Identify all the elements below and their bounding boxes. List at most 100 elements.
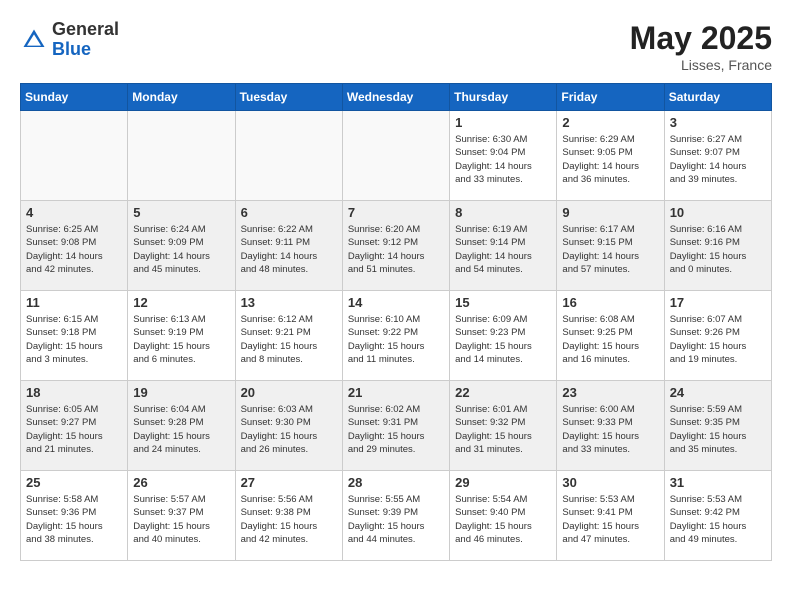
- day-cell-1: 1Sunrise: 6:30 AM Sunset: 9:04 PM Daylig…: [450, 111, 557, 201]
- day-info: Sunrise: 6:08 AM Sunset: 9:25 PM Dayligh…: [562, 313, 658, 366]
- day-info: Sunrise: 5:54 AM Sunset: 9:40 PM Dayligh…: [455, 493, 551, 546]
- weekday-header-monday: Monday: [128, 84, 235, 111]
- logo-blue-text: Blue: [52, 39, 91, 59]
- day-number: 27: [241, 475, 337, 490]
- day-info: Sunrise: 6:00 AM Sunset: 9:33 PM Dayligh…: [562, 403, 658, 456]
- day-info: Sunrise: 6:05 AM Sunset: 9:27 PM Dayligh…: [26, 403, 122, 456]
- day-cell-30: 30 Sunrise: 5:53 AM Sunset: 9:41 PM Dayli…: [557, 471, 664, 561]
- weekday-header-saturday: Saturday: [664, 84, 771, 111]
- day-info: Sunrise: 5:57 AM Sunset: 9:37 PM Dayligh…: [133, 493, 229, 546]
- day-cell-3: 3Sunrise: 6:27 AM Sunset: 9:07 PM Daylig…: [664, 111, 771, 201]
- day-info: Sunrise: 5:55 AM Sunset: 9:39 PM Dayligh…: [348, 493, 444, 546]
- day-cell-2: 2 Sunrise: 6:29 AM Sunset: 9:05 PM Daylig…: [557, 111, 664, 201]
- week-row-3: 11 Sunrise: 6:15 AM Sunset: 9:18 PM Dayli…: [21, 291, 772, 381]
- logo-general-text: General: [52, 19, 119, 39]
- day-info: Sunrise: 6:25 AM Sunset: 9:08 PM Dayligh…: [26, 223, 122, 276]
- logo-text: General Blue: [52, 20, 119, 60]
- day-cell-17: 17Sunrise: 6:07 AM Sunset: 9:26 PM Dayli…: [664, 291, 771, 381]
- day-number: 31: [670, 475, 766, 490]
- day-number: 8: [455, 205, 551, 220]
- day-info: Sunrise: 6:15 AM Sunset: 9:18 PM Dayligh…: [26, 313, 122, 366]
- empty-cell: [21, 111, 128, 201]
- day-number: 28: [348, 475, 444, 490]
- day-number: 4: [26, 205, 122, 220]
- day-cell-31: 31 Sunrise: 5:53 AM Sunset: 9:42 PM Dayli…: [664, 471, 771, 561]
- day-number: 26: [133, 475, 229, 490]
- day-cell-4: 4 Sunrise: 6:25 AM Sunset: 9:08 PM Daylig…: [21, 201, 128, 291]
- day-number: 30: [562, 475, 658, 490]
- day-number: 19: [133, 385, 229, 400]
- weekday-header-row: SundayMondayTuesdayWednesdayThursdayFrid…: [21, 84, 772, 111]
- page-header: General Blue May 2025 Lisses, France: [20, 20, 772, 73]
- day-number: 13: [241, 295, 337, 310]
- day-cell-15: 15Sunrise: 6:09 AM Sunset: 9:23 PM Dayli…: [450, 291, 557, 381]
- day-info: Sunrise: 6:03 AM Sunset: 9:30 PM Dayligh…: [241, 403, 337, 456]
- week-row-4: 18 Sunrise: 6:05 AM Sunset: 9:27 PM Dayli…: [21, 381, 772, 471]
- location: Lisses, France: [630, 57, 772, 73]
- day-cell-18: 18 Sunrise: 6:05 AM Sunset: 9:27 PM Dayli…: [21, 381, 128, 471]
- day-number: 21: [348, 385, 444, 400]
- day-number: 29: [455, 475, 551, 490]
- day-cell-29: 29 Sunrise: 5:54 AM Sunset: 9:40 PM Dayli…: [450, 471, 557, 561]
- day-cell-5: 5Sunrise: 6:24 AM Sunset: 9:09 PM Daylig…: [128, 201, 235, 291]
- day-number: 25: [26, 475, 122, 490]
- day-number: 24: [670, 385, 766, 400]
- day-info: Sunrise: 6:27 AM Sunset: 9:07 PM Dayligh…: [670, 133, 766, 186]
- day-cell-25: 25 Sunrise: 5:58 AM Sunset: 9:36 PM Dayli…: [21, 471, 128, 561]
- weekday-header-friday: Friday: [557, 84, 664, 111]
- day-cell-24: 24 Sunrise: 5:59 AM Sunset: 9:35 PM Dayli…: [664, 381, 771, 471]
- day-number: 18: [26, 385, 122, 400]
- day-cell-23: 23 Sunrise: 6:00 AM Sunset: 9:33 PM Dayli…: [557, 381, 664, 471]
- day-cell-21: 21Sunrise: 6:02 AM Sunset: 9:31 PM Dayli…: [342, 381, 449, 471]
- calendar: SundayMondayTuesdayWednesdayThursdayFrid…: [20, 83, 772, 561]
- day-number: 1: [455, 115, 551, 130]
- day-cell-13: 13 Sunrise: 6:12 AM Sunset: 9:21 PM Dayli…: [235, 291, 342, 381]
- day-info: Sunrise: 6:07 AM Sunset: 9:26 PM Dayligh…: [670, 313, 766, 366]
- day-cell-11: 11 Sunrise: 6:15 AM Sunset: 9:18 PM Dayli…: [21, 291, 128, 381]
- day-number: 20: [241, 385, 337, 400]
- day-cell-6: 6Sunrise: 6:22 AM Sunset: 9:11 PM Daylig…: [235, 201, 342, 291]
- day-info: Sunrise: 6:29 AM Sunset: 9:05 PM Dayligh…: [562, 133, 658, 186]
- weekday-header-tuesday: Tuesday: [235, 84, 342, 111]
- day-number: 10: [670, 205, 766, 220]
- empty-cell: [342, 111, 449, 201]
- day-cell-12: 12Sunrise: 6:13 AM Sunset: 9:19 PM Dayli…: [128, 291, 235, 381]
- day-info: Sunrise: 5:53 AM Sunset: 9:41 PM Dayligh…: [562, 493, 658, 546]
- month-title: May 2025: [630, 20, 772, 57]
- day-info: Sunrise: 5:56 AM Sunset: 9:38 PM Dayligh…: [241, 493, 337, 546]
- day-info: Sunrise: 6:01 AM Sunset: 9:32 PM Dayligh…: [455, 403, 551, 456]
- empty-cell: [235, 111, 342, 201]
- day-info: Sunrise: 6:17 AM Sunset: 9:15 PM Dayligh…: [562, 223, 658, 276]
- day-cell-28: 28 Sunrise: 5:55 AM Sunset: 9:39 PM Dayli…: [342, 471, 449, 561]
- day-number: 6: [241, 205, 337, 220]
- day-cell-22: 22 Sunrise: 6:01 AM Sunset: 9:32 PM Dayli…: [450, 381, 557, 471]
- day-cell-7: 7Sunrise: 6:20 AM Sunset: 9:12 PM Daylig…: [342, 201, 449, 291]
- day-info: Sunrise: 5:58 AM Sunset: 9:36 PM Dayligh…: [26, 493, 122, 546]
- logo: General Blue: [20, 20, 119, 60]
- day-info: Sunrise: 6:13 AM Sunset: 9:19 PM Dayligh…: [133, 313, 229, 366]
- week-row-5: 25 Sunrise: 5:58 AM Sunset: 9:36 PM Dayli…: [21, 471, 772, 561]
- weekday-header-thursday: Thursday: [450, 84, 557, 111]
- day-number: 22: [455, 385, 551, 400]
- day-cell-8: 8 Sunrise: 6:19 AM Sunset: 9:14 PM Daylig…: [450, 201, 557, 291]
- weekday-header-wednesday: Wednesday: [342, 84, 449, 111]
- weekday-header-sunday: Sunday: [21, 84, 128, 111]
- day-cell-19: 19 Sunrise: 6:04 AM Sunset: 9:28 PM Dayli…: [128, 381, 235, 471]
- day-number: 9: [562, 205, 658, 220]
- day-number: 23: [562, 385, 658, 400]
- day-number: 2: [562, 115, 658, 130]
- day-cell-10: 10 Sunrise: 6:16 AM Sunset: 9:16 PM Dayli…: [664, 201, 771, 291]
- day-cell-26: 26 Sunrise: 5:57 AM Sunset: 9:37 PM Dayli…: [128, 471, 235, 561]
- day-number: 11: [26, 295, 122, 310]
- day-info: Sunrise: 6:19 AM Sunset: 9:14 PM Dayligh…: [455, 223, 551, 276]
- day-cell-16: 16Sunrise: 6:08 AM Sunset: 9:25 PM Dayli…: [557, 291, 664, 381]
- day-info: Sunrise: 6:12 AM Sunset: 9:21 PM Dayligh…: [241, 313, 337, 366]
- day-number: 5: [133, 205, 229, 220]
- day-info: Sunrise: 6:20 AM Sunset: 9:12 PM Dayligh…: [348, 223, 444, 276]
- title-block: May 2025 Lisses, France: [630, 20, 772, 73]
- day-info: Sunrise: 6:16 AM Sunset: 9:16 PM Dayligh…: [670, 223, 766, 276]
- day-info: Sunrise: 5:59 AM Sunset: 9:35 PM Dayligh…: [670, 403, 766, 456]
- day-info: Sunrise: 5:53 AM Sunset: 9:42 PM Dayligh…: [670, 493, 766, 546]
- day-cell-20: 20 Sunrise: 6:03 AM Sunset: 9:30 PM Dayli…: [235, 381, 342, 471]
- day-info: Sunrise: 6:04 AM Sunset: 9:28 PM Dayligh…: [133, 403, 229, 456]
